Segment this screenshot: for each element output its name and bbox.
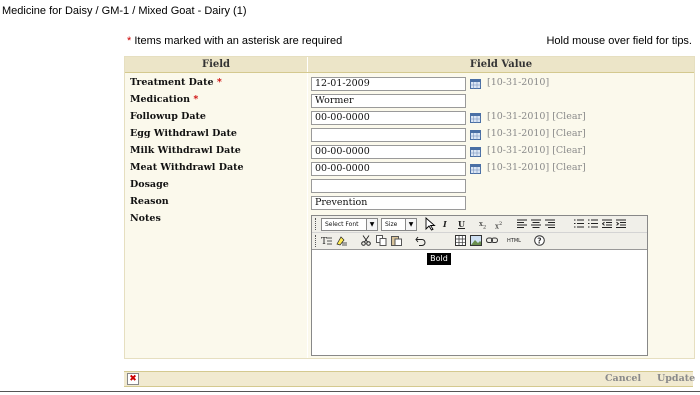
followup-date-hint[interactable]: [10-31-2010] [Clear] (487, 111, 586, 122)
meat-withdrawl-date-input[interactable]: 00-00-0000 (311, 162, 466, 176)
column-divider (307, 73, 308, 358)
svg-text:?: ? (537, 237, 541, 246)
calendar-icon[interactable] (470, 147, 481, 157)
hover-tip-text: Hold mouse over field for tips. (546, 35, 692, 47)
required-note: * Items marked with an asterisk are requ… (127, 35, 342, 47)
svg-text:T: T (321, 237, 327, 246)
undo-icon[interactable] (415, 235, 426, 246)
help-icon[interactable]: ? (534, 235, 545, 246)
indent-icon[interactable] (616, 219, 626, 228)
treatment-date-label: Treatment Date * (130, 77, 222, 88)
superscript-icon[interactable]: x2 (495, 218, 502, 230)
calendar-icon[interactable] (470, 130, 481, 140)
egg-withdrawl-date-input[interactable] (311, 128, 466, 142)
text-color-icon[interactable]: T (321, 235, 332, 246)
form-header: Field Field Value (125, 57, 694, 73)
cursor-icon (425, 217, 436, 231)
paste-icon[interactable] (391, 235, 402, 246)
highlight-icon[interactable] (336, 235, 347, 246)
font-select[interactable]: Select Font (321, 218, 368, 231)
medication-label: Medication * (130, 94, 198, 105)
meat-withdrawl-date-label: Meat Withdrawl Date (130, 162, 244, 173)
size-select[interactable]: Size (381, 218, 408, 231)
toolbar-grip-handle[interactable] (315, 235, 318, 247)
chevron-down-icon[interactable]: ▼ (405, 218, 417, 231)
egg-withdrawl-date-label: Egg Withdrawl Date (130, 128, 237, 139)
image-icon[interactable] (470, 235, 482, 246)
egg-withdrawl-date-hint[interactable]: [10-31-2010] [Clear] (487, 128, 586, 139)
chevron-down-icon[interactable]: ▼ (366, 218, 378, 231)
cut-icon[interactable] (361, 235, 371, 246)
milk-withdrawl-date-label: Milk Withdrawl Date (130, 145, 241, 156)
medication-input[interactable]: Wormer (311, 94, 466, 108)
treatment-date-input[interactable]: 12-01-2009 (311, 77, 466, 91)
required-star: * (193, 94, 199, 105)
ordered-list-icon[interactable] (588, 219, 598, 228)
medication-label-text: Medication (130, 94, 190, 105)
dosage-input[interactable] (311, 179, 466, 193)
subscript-icon[interactable]: x2 (479, 218, 486, 230)
copy-icon[interactable] (376, 235, 387, 246)
required-note-text: Items marked with an asterisk are requir… (131, 35, 343, 47)
link-icon[interactable] (486, 236, 498, 245)
dosage-label: Dosage (130, 179, 169, 190)
column-header-field: Field (125, 57, 308, 72)
followup-date-label: Followup Date (130, 111, 206, 122)
meat-withdrawl-date-hint[interactable]: [10-31-2010] [Clear] (487, 162, 586, 173)
calendar-icon[interactable] (470, 164, 481, 174)
underline-button[interactable]: U (458, 218, 465, 230)
notes-label: Notes (130, 213, 161, 224)
editor-toolbar-top: Select Font ▼ Size ▼ I U x2 x2 (312, 216, 647, 233)
italic-button[interactable]: I (443, 218, 447, 230)
page-title: Medicine for Daisy / GM-1 / Mixed Goat -… (2, 5, 247, 17)
column-header-field-value: Field Value (469, 59, 533, 70)
align-left-icon[interactable] (517, 219, 527, 228)
reason-label: Reason (130, 196, 169, 207)
milk-withdrawl-date-input[interactable]: 00-00-0000 (311, 145, 466, 159)
calendar-icon[interactable] (470, 113, 481, 123)
medicine-form: Field Field Value Treatment Date * 12-01… (124, 56, 695, 359)
milk-withdrawl-date-hint[interactable]: [10-31-2010] [Clear] (487, 145, 586, 156)
page-divider (0, 391, 700, 392)
table-icon[interactable] (455, 235, 466, 246)
treatment-date-label-text: Treatment Date (130, 77, 214, 88)
calendar-icon[interactable] (470, 79, 481, 89)
align-right-icon[interactable] (545, 219, 555, 228)
notes-rich-text-editor[interactable]: Select Font ▼ Size ▼ I U x2 x2 T Bold HT… (311, 215, 648, 356)
update-button[interactable]: Update (657, 372, 695, 386)
align-center-icon[interactable] (531, 219, 541, 228)
form-footer: ✖ Cancel Update (124, 371, 695, 387)
reason-input[interactable]: Prevention (311, 196, 466, 210)
toolbar-grip-handle[interactable] (315, 218, 318, 230)
html-source-button[interactable]: HTML (507, 235, 521, 247)
delete-icon[interactable]: ✖ (127, 373, 139, 385)
editor-toolbar-bottom: T Bold HTML ? (312, 233, 647, 265)
followup-date-input[interactable]: 00-00-0000 (311, 111, 466, 125)
cancel-button[interactable]: Cancel (605, 372, 641, 386)
required-star: * (216, 77, 222, 88)
bold-tooltip: Bold (427, 253, 451, 265)
unordered-list-icon[interactable] (574, 219, 584, 228)
outdent-icon[interactable] (602, 219, 612, 228)
treatment-date-hint[interactable]: [10-31-2010] (487, 77, 549, 88)
